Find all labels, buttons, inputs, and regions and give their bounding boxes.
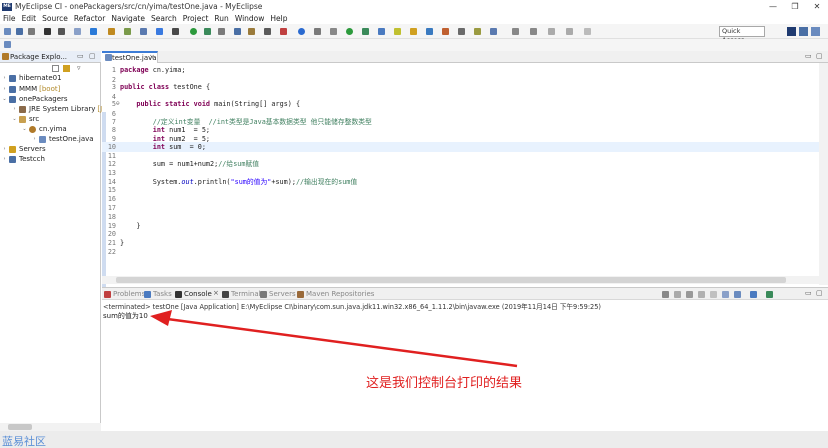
annotation-text: 这是我们控制台打印的结果 [366,376,523,391]
watermark: 蓝易社区 [2,435,46,448]
status-bar [0,431,828,448]
